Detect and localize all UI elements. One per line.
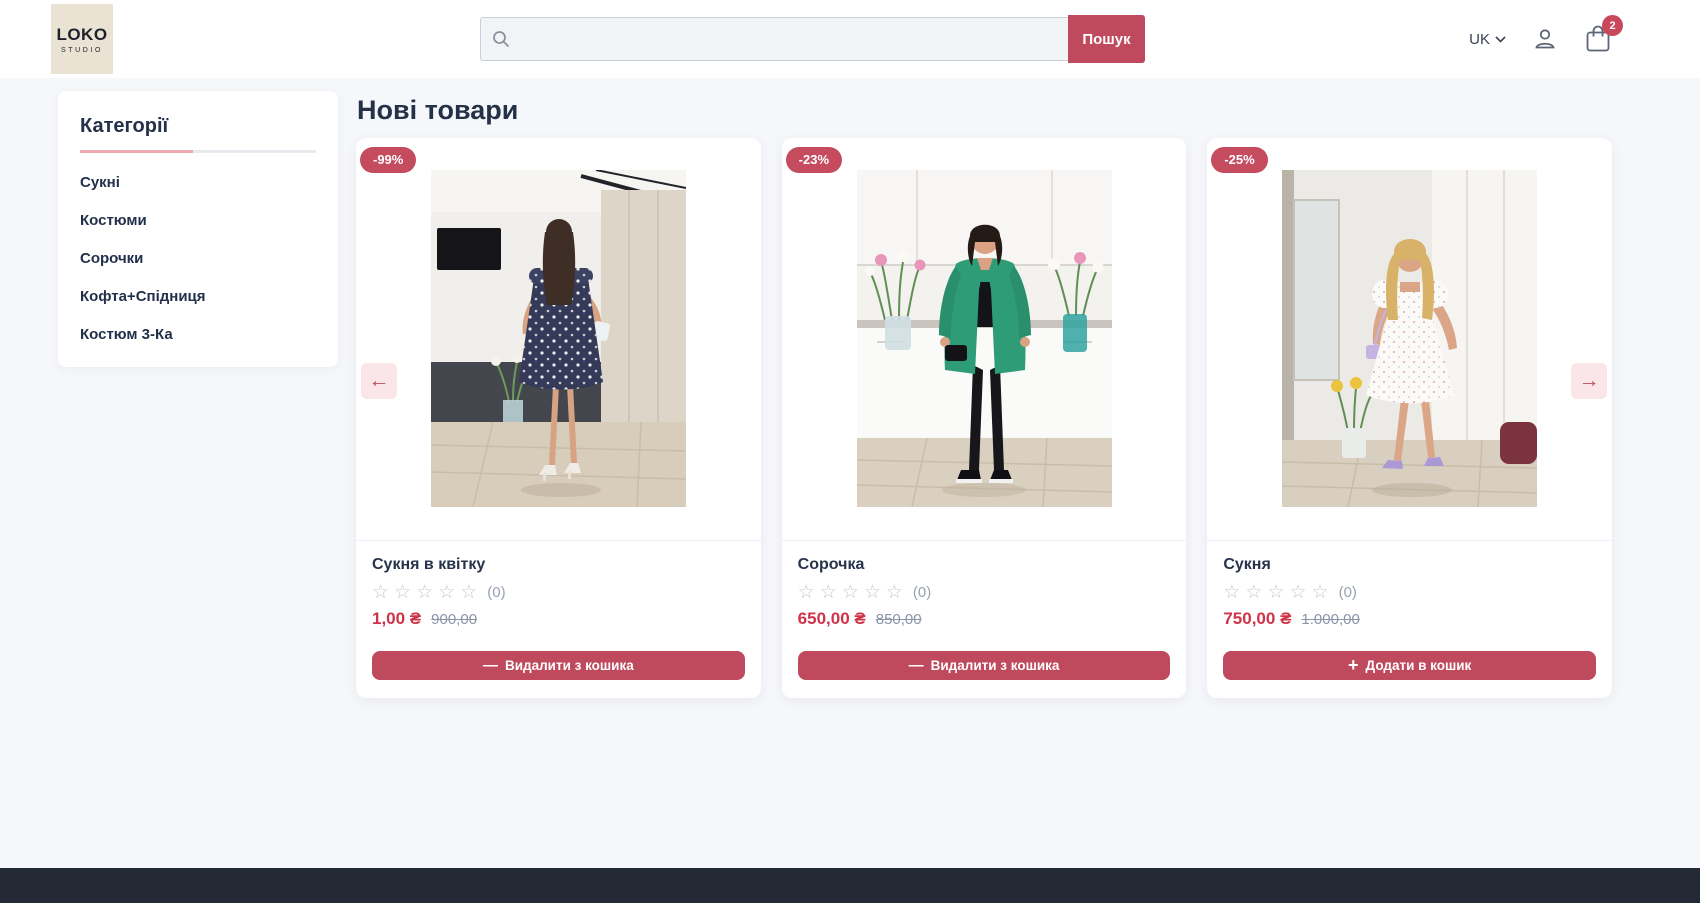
store-logo[interactable]: LOKO STUDIO (51, 4, 113, 74)
user-icon (1532, 26, 1558, 52)
product-photo-green-shirt (857, 170, 1112, 507)
cart-button-label: Додати в кошик (1366, 658, 1472, 673)
current-price: 1,00 ₴ (372, 609, 421, 629)
current-price: 650,00 ₴ (798, 609, 866, 629)
old-price: 1.000,00 (1301, 611, 1359, 628)
star-icon: ☆ (460, 583, 477, 602)
discount-badge: -25% (1211, 147, 1267, 173)
logo-text-main: LOKO (56, 25, 107, 45)
product-name[interactable]: Сорочка (798, 556, 1171, 574)
arrow-left-icon: ← (369, 369, 390, 393)
old-price: 900,00 (431, 611, 477, 628)
cart-button[interactable]: 2 (1584, 24, 1612, 54)
sidebar-item-shirts[interactable]: Сорочки (80, 250, 316, 267)
sidebar-item-dresses[interactable]: Сукні (80, 174, 316, 191)
product-info: Сукня ☆ ☆ ☆ ☆ ☆ (0) 750,00 ₴ 1.000,00 (1207, 541, 1612, 698)
language-selector[interactable]: UK (1469, 31, 1506, 48)
cart-button-label: Видалити з кошика (505, 658, 634, 673)
page-title: Нові товари (357, 96, 1612, 126)
current-price: 750,00 ₴ (1223, 609, 1291, 629)
product-info: Сорочка ☆ ☆ ☆ ☆ ☆ (0) 650,00 ₴ 850,00 (782, 541, 1187, 698)
rating-count: (0) (1339, 584, 1357, 601)
price-row: 1,00 ₴ 900,00 (372, 609, 745, 629)
categories-panel: Категорії Сукні Костюми Сорочки Кофта+Сп… (58, 91, 338, 367)
product-card: -23% (782, 138, 1187, 698)
carousel-next-button[interactable]: → (1571, 363, 1607, 399)
price-row: 650,00 ₴ 850,00 (798, 609, 1171, 629)
star-icon: ☆ (1312, 583, 1329, 602)
star-icon: ☆ (864, 583, 881, 602)
rating-row: ☆ ☆ ☆ ☆ ☆ (0) (1223, 583, 1596, 602)
product-card: -99% (356, 138, 761, 698)
star-icon: ☆ (820, 583, 837, 602)
logo-text-sub: STUDIO (61, 47, 103, 54)
search-input[interactable] (480, 17, 1068, 61)
account-button[interactable] (1532, 26, 1558, 52)
product-image[interactable] (1207, 138, 1612, 541)
star-icon: ☆ (842, 583, 859, 602)
star-icon: ☆ (416, 583, 433, 602)
search-bar: Пошук (480, 15, 1145, 63)
remove-from-cart-button[interactable]: — Видалити з кошика (372, 651, 745, 680)
old-price: 850,00 (876, 611, 922, 628)
product-image[interactable] (356, 138, 761, 541)
minus-icon: — (483, 658, 498, 673)
cart-count-badge: 2 (1602, 15, 1623, 36)
new-products-section: Нові товари -99% (356, 91, 1612, 698)
product-card: -25% (1207, 138, 1612, 698)
star-icon: ☆ (438, 583, 455, 602)
product-photo-floral-dress (431, 170, 686, 507)
sidebar-item-suits[interactable]: Костюми (80, 212, 316, 229)
product-image[interactable] (782, 138, 1187, 541)
product-name[interactable]: Сукня (1223, 556, 1596, 574)
content-area: Категорії Сукні Костюми Сорочки Кофта+Сп… (0, 78, 1700, 698)
product-info: Сукня в квітку ☆ ☆ ☆ ☆ ☆ (0) 1,00 ₴ 900,… (356, 541, 761, 698)
star-icon: ☆ (886, 583, 903, 602)
price-row: 750,00 ₴ 1.000,00 (1223, 609, 1596, 629)
rating-count: (0) (913, 584, 931, 601)
product-carousel: -99% (356, 138, 1612, 698)
star-icon: ☆ (1289, 583, 1306, 602)
remove-from-cart-button[interactable]: — Видалити з кошика (798, 651, 1171, 680)
carousel-prev-button[interactable]: ← (361, 363, 397, 399)
star-icon: ☆ (1245, 583, 1262, 602)
sidebar-item-suit-3[interactable]: Костюм 3-Ка (80, 326, 316, 343)
footer (0, 868, 1700, 903)
star-icon: ☆ (372, 583, 389, 602)
header-actions: UK 2 (1469, 24, 1612, 54)
discount-badge: -99% (360, 147, 416, 173)
sidebar-item-top-skirt[interactable]: Кофта+Спідниця (80, 288, 316, 305)
cart-button-label: Видалити з кошика (931, 658, 1060, 673)
arrow-right-icon: → (1579, 369, 1600, 393)
search-button[interactable]: Пошук (1068, 15, 1145, 63)
star-icon: ☆ (1267, 583, 1284, 602)
search-icon (491, 29, 511, 49)
star-icon: ☆ (394, 583, 411, 602)
categories-title: Категорії (80, 115, 316, 138)
language-label: UK (1469, 31, 1490, 48)
product-photo-white-dress (1282, 170, 1537, 507)
discount-badge: -23% (786, 147, 842, 173)
rating-count: (0) (487, 584, 505, 601)
header: LOKO STUDIO Пошук UK (0, 0, 1700, 78)
plus-icon: + (1348, 656, 1359, 674)
chevron-down-icon (1495, 36, 1506, 43)
star-icon: ☆ (1223, 583, 1240, 602)
title-underline (80, 150, 316, 153)
minus-icon: — (909, 658, 924, 673)
star-icon: ☆ (798, 583, 815, 602)
rating-row: ☆ ☆ ☆ ☆ ☆ (0) (798, 583, 1171, 602)
add-to-cart-button[interactable]: + Додати в кошик (1223, 651, 1596, 680)
rating-row: ☆ ☆ ☆ ☆ ☆ (0) (372, 583, 745, 602)
product-name[interactable]: Сукня в квітку (372, 556, 745, 574)
